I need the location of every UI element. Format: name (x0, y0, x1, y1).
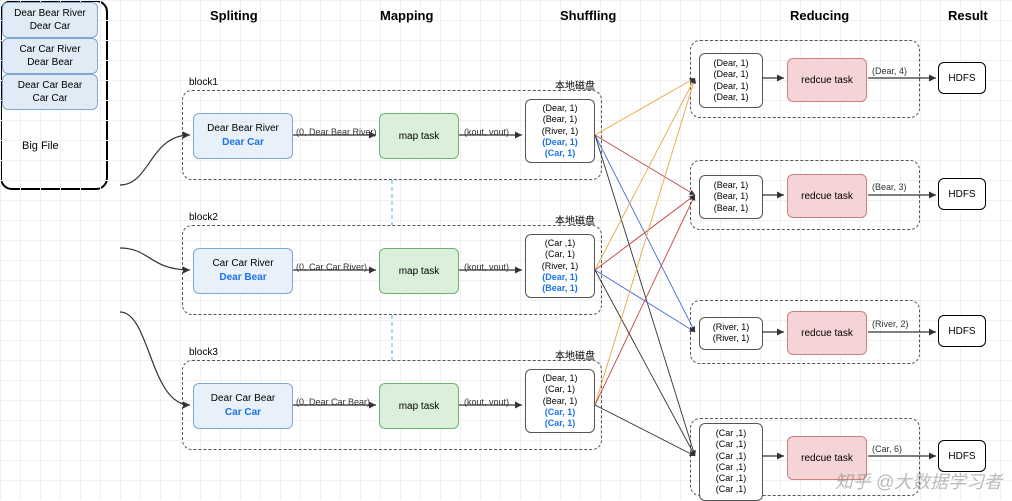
kv-pair: (Car, 1) (545, 249, 575, 260)
reduce-group-3: (River, 1) (River, 1) redcue task (690, 300, 920, 364)
stage-result: Result (948, 8, 988, 23)
kv-pair-hl: (Car, 1) (545, 407, 576, 418)
kv-pair: (Dear, 1) (542, 103, 577, 114)
kv-label: (kout, vout) (464, 262, 509, 272)
kv-pair: (River, 1) (713, 322, 750, 333)
watermark: 知乎 @大数据学习者 (835, 468, 1002, 494)
disk-label: 本地磁盘 (555, 347, 595, 362)
reduce-task-1: redcue task (787, 58, 867, 102)
input-block-1: Dear Bear River Dear Car (2, 2, 98, 38)
block-label: block3 (189, 347, 218, 358)
hdfs-3: HDFS (938, 315, 986, 347)
stage-mapping: Mapping (380, 8, 433, 23)
reduce-out-label: (River, 2) (872, 319, 909, 329)
hdfs-1: HDFS (938, 62, 986, 94)
kv-pair-hl: (Dear, 1) (542, 272, 578, 283)
block-group-1: block1 本地磁盘 Dear Bear River Dear Car map… (182, 90, 602, 180)
disk-label: 本地磁盘 (555, 77, 595, 92)
kv-label: (0, Dear Car Bear) (296, 397, 370, 407)
file-line: Dear Bear River (14, 7, 86, 20)
kv-pair: (River, 1) (542, 261, 579, 272)
kv-pair: (Bear, 1) (543, 114, 578, 125)
reduce-out-label: (Bear, 3) (872, 182, 907, 192)
kv-label: (0, Dear Bear River) (296, 127, 377, 137)
kv-label: (kout, vout) (464, 397, 509, 407)
kv-pair: (Bear, 1) (543, 396, 578, 407)
kv-pair: (Car ,1) (716, 473, 747, 484)
reduce-group-2: (Bear, 1) (Bear, 1) (Bear, 1) redcue tas… (690, 160, 920, 230)
map-output-3: (Dear, 1) (Car, 1) (Bear, 1) (Car, 1) (C… (525, 369, 595, 433)
shuffle-input-2: (Bear, 1) (Bear, 1) (Bear, 1) (699, 175, 763, 219)
file-line: Dear Car Bear (18, 79, 82, 92)
kv-pair: (Car ,1) (716, 451, 747, 462)
map-task-2: map task (379, 248, 459, 294)
map-task-1: map task (379, 113, 459, 159)
block-group-2: block2 本地磁盘 Car Car River Dear Bear map … (182, 225, 602, 315)
kv-pair: (Car ,1) (716, 428, 747, 439)
shuffle-input-1: (Dear, 1) (Dear, 1) (Dear, 1) (Dear, 1) (699, 53, 763, 108)
stage-splitting: Spliting (210, 8, 258, 23)
map-task-3: map task (379, 383, 459, 429)
kv-pair: (Bear, 1) (714, 191, 749, 202)
block-label: block2 (189, 212, 218, 223)
kv-pair: (River, 1) (713, 333, 750, 344)
kv-pair: (River, 1) (542, 126, 579, 137)
kv-pair: (Bear, 1) (714, 203, 749, 214)
disk-label: 本地磁盘 (555, 212, 595, 227)
input-block-3: Dear Car Bear Car Car (2, 74, 98, 110)
split-box-1: Dear Bear River Dear Car (193, 113, 293, 159)
kv-pair: (Car, 1) (545, 384, 575, 395)
kv-pair: (Dear, 1) (542, 373, 577, 384)
kv-pair: (Dear, 1) (713, 69, 748, 80)
split-line: Dear Car Bear (211, 392, 275, 406)
kv-pair: (Dear, 1) (713, 58, 748, 69)
split-line-hl: Dear Bear (219, 271, 266, 285)
split-line: Dear Bear River (207, 122, 279, 136)
split-line-hl: Dear Car (222, 136, 264, 150)
kv-label: (0, Car Car River) (296, 262, 367, 272)
stage-shuffling: Shuffling (560, 8, 616, 23)
file-line: Dear Bear (27, 56, 73, 69)
kv-pair: (Dear, 1) (713, 81, 748, 92)
reduce-out-label: (Dear, 4) (872, 66, 907, 76)
kv-label: (kout, vout) (464, 127, 509, 137)
split-box-3: Dear Car Bear Car Car (193, 383, 293, 429)
kv-pair-hl: (Car, 1) (545, 148, 576, 159)
file-line: Car Car River (19, 43, 80, 56)
reduce-group-1: (Dear, 1) (Dear, 1) (Dear, 1) (Dear, 1) … (690, 40, 920, 118)
hdfs-2: HDFS (938, 178, 986, 210)
file-line: Car Car (32, 92, 67, 105)
reduce-task-3: redcue task (787, 311, 867, 355)
kv-pair: (Bear, 1) (714, 180, 749, 191)
shuffle-input-3: (River, 1) (River, 1) (699, 317, 763, 350)
map-output-1: (Dear, 1) (Bear, 1) (River, 1) (Dear, 1)… (525, 99, 595, 163)
reduce-task-2: redcue task (787, 174, 867, 218)
reduce-out-label: (Car, 6) (872, 444, 902, 454)
block-group-3: block3 本地磁盘 Dear Car Bear Car Car map ta… (182, 360, 602, 450)
input-label: Big File (22, 140, 59, 152)
kv-pair: (Car ,1) (716, 439, 747, 450)
stage-reducing: Reducing (790, 8, 849, 23)
split-line-hl: Car Car (225, 406, 261, 420)
split-line: Car Car River (212, 257, 273, 271)
kv-pair: (Car ,1) (716, 484, 747, 495)
kv-pair-hl: (Bear, 1) (542, 283, 578, 294)
file-line: Dear Car (30, 20, 71, 33)
block-label: block1 (189, 77, 218, 88)
shuffle-input-4: (Car ,1) (Car ,1) (Car ,1) (Car ,1) (Car… (699, 423, 763, 501)
map-output-2: (Car ,1) (Car, 1) (River, 1) (Dear, 1) (… (525, 234, 595, 298)
kv-pair: (Car ,1) (716, 462, 747, 473)
input-block-2: Car Car River Dear Bear (2, 38, 98, 74)
split-box-2: Car Car River Dear Bear (193, 248, 293, 294)
kv-pair: (Dear, 1) (713, 92, 748, 103)
kv-pair-hl: (Dear, 1) (542, 137, 578, 148)
kv-pair-hl: (Car, 1) (545, 418, 576, 429)
kv-pair: (Car ,1) (545, 238, 576, 249)
